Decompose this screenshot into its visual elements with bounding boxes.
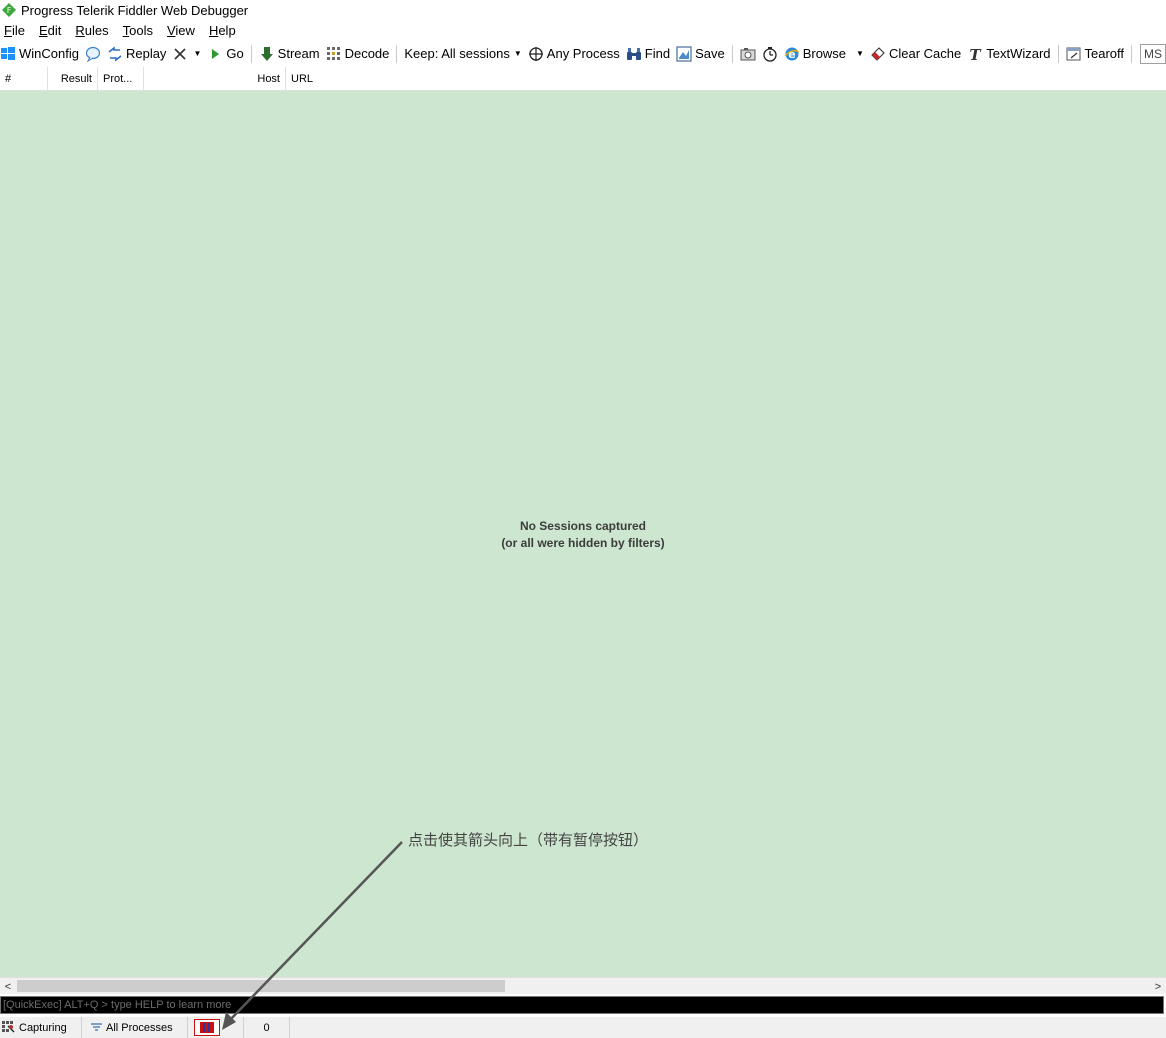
eraser-icon	[870, 46, 886, 62]
menu-view[interactable]: View	[167, 23, 195, 38]
toolbar-separator	[1057, 44, 1059, 63]
scrollbar-thumb[interactable]	[17, 980, 505, 992]
clear-cache-button[interactable]: Clear Cache	[867, 43, 964, 65]
toolbar-separator	[396, 44, 398, 63]
process-filter-label: All Processes	[106, 1021, 173, 1034]
any-process-button[interactable]: Any Process	[525, 43, 623, 65]
svg-text:T: T	[970, 46, 983, 62]
play-icon	[207, 46, 223, 62]
chevron-down-icon: ▼	[513, 49, 522, 58]
quickexec-input[interactable]: [QuickExec] ALT+Q > type HELP to learn m…	[0, 996, 1164, 1014]
title-bar: F Progress Telerik Fiddler Web Debugger	[0, 0, 1166, 20]
column-header-protocol[interactable]: Prot...	[98, 66, 144, 91]
crosshair-icon	[528, 46, 544, 62]
go-button[interactable]: Go	[204, 43, 246, 65]
empty-sessions-message: No Sessions captured (or all were hidden…	[0, 518, 1166, 552]
scroll-left-icon[interactable]: <	[0, 978, 16, 995]
browser-e-icon: e	[784, 46, 800, 62]
keep-sessions-dropdown[interactable]: Keep: All sessions ▼	[401, 43, 524, 65]
find-button[interactable]: Find	[623, 43, 673, 65]
breakpoint-toggle[interactable]	[188, 1017, 244, 1038]
toolbar-separator	[1131, 44, 1132, 63]
session-count: 0	[244, 1017, 290, 1038]
column-header-result[interactable]: Result	[48, 66, 98, 91]
column-header-url[interactable]: URL	[286, 67, 1166, 91]
stopwatch-icon	[762, 46, 778, 62]
session-list-header: # Result Prot... Host URL	[0, 66, 1166, 91]
annotation-text: 点击使其箭头向上（带有暂停按钮）	[408, 831, 649, 849]
menu-rules[interactable]: Rules	[75, 23, 108, 38]
text-t-icon: T	[967, 46, 983, 64]
replay-button[interactable]: Replay	[104, 43, 169, 65]
browse-dropdown[interactable]: e Browse ▼	[781, 43, 867, 65]
menu-help[interactable]: Help	[209, 23, 236, 38]
msdn-search-input[interactable]: MS	[1139, 43, 1166, 64]
menu-file[interactable]: File	[4, 23, 25, 38]
capturing-toggle[interactable]: Capturing	[0, 1017, 82, 1038]
horizontal-scrollbar[interactable]: < >	[0, 977, 1166, 994]
column-header-host[interactable]: Host	[144, 66, 286, 91]
fiddler-logo-icon: F	[2, 3, 16, 17]
windows-logo-icon	[0, 46, 16, 62]
x-remove-icon	[172, 46, 188, 62]
toolbar-separator	[250, 44, 252, 63]
save-button[interactable]: Save	[673, 43, 728, 65]
remove-sessions-dropdown[interactable]: ▼	[169, 43, 204, 65]
save-image-icon	[676, 45, 692, 62]
empty-sessions-line-2: (or all were hidden by filters)	[501, 536, 665, 550]
decode-button[interactable]: Decode	[323, 43, 393, 65]
menu-tools[interactable]: Tools	[123, 23, 153, 38]
stream-button[interactable]: Stream	[256, 43, 323, 65]
chevron-down-icon: ▼	[193, 49, 202, 58]
winconfig-button[interactable]: WinConfig	[0, 43, 82, 65]
toolbar-separator	[731, 44, 733, 63]
menu-bar: File Edit Rules Tools View Help	[0, 20, 1166, 41]
screenshot-button[interactable]	[737, 43, 759, 65]
filter-icon	[90, 1021, 103, 1034]
camera-icon	[740, 46, 756, 62]
tearoff-window-icon	[1066, 46, 1082, 62]
empty-sessions-line-1: No Sessions captured	[519, 519, 647, 533]
column-header-number[interactable]: #	[0, 66, 48, 91]
comment-button[interactable]	[82, 43, 104, 65]
timer-button[interactable]	[759, 43, 781, 65]
process-filter[interactable]: All Processes	[82, 1017, 188, 1038]
speech-bubble-icon	[85, 46, 101, 62]
scroll-right-icon[interactable]: >	[1150, 978, 1166, 995]
svg-text:F: F	[7, 6, 12, 15]
capture-icon	[1, 1020, 16, 1035]
tearoff-button[interactable]: Tearoff	[1063, 43, 1128, 65]
decode-grid-icon	[326, 46, 342, 62]
replay-icon	[107, 45, 123, 62]
toolbar: WinConfig Replay ▼ Go Stream Decode Keep…	[0, 41, 1166, 66]
capturing-label: Capturing	[19, 1021, 67, 1034]
breakpoint-pause-icon	[194, 1019, 220, 1036]
textwizard-button[interactable]: T TextWizard	[964, 43, 1053, 65]
menu-edit[interactable]: Edit	[39, 23, 61, 38]
svg-text:e: e	[788, 48, 795, 61]
stream-down-arrow-icon	[259, 46, 275, 62]
binoculars-icon	[626, 46, 642, 62]
status-bar: Capturing All Processes 0	[0, 1017, 1166, 1038]
chevron-down-icon: ▼	[856, 49, 864, 58]
window-title: Progress Telerik Fiddler Web Debugger	[21, 2, 249, 18]
